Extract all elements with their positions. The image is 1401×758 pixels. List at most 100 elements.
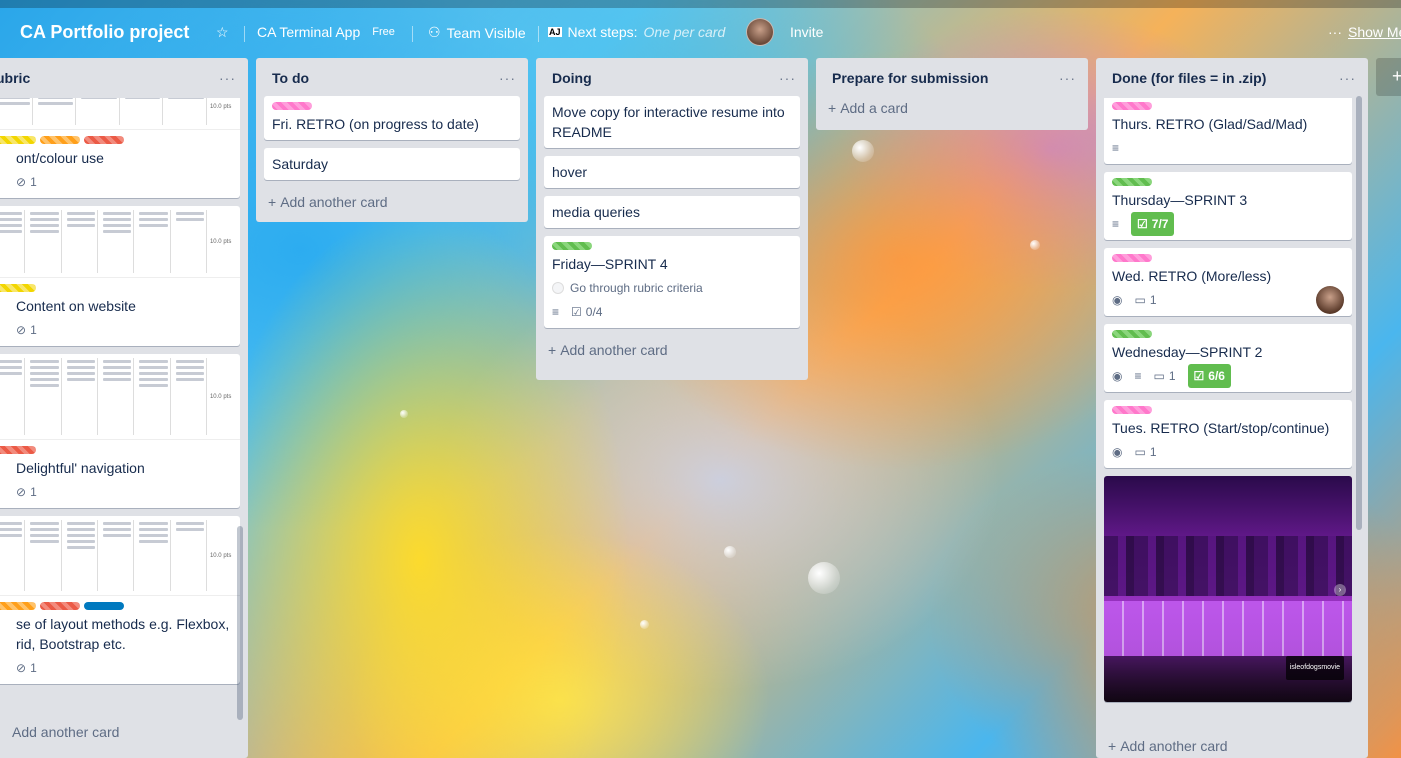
list-card[interactable]: Friday—SPRINT 4 Go through rubric criter…	[544, 236, 800, 328]
checklist-count: 7/7	[1151, 217, 1169, 231]
card-member-avatar[interactable]	[1316, 286, 1344, 314]
list-card[interactable]: hover	[544, 156, 800, 188]
list-card[interactable]: Saturday	[264, 148, 520, 180]
comment-badge: ▭ 1	[1134, 442, 1156, 462]
comment-count: 1	[1149, 293, 1157, 307]
add-card-button[interactable]: + Add a card	[824, 94, 1080, 122]
list-title[interactable]: Done (for files = in .zip)	[1112, 70, 1266, 86]
rubric-thumbnail: 10.0 pts	[0, 354, 240, 440]
team-button[interactable]: CA Terminal App Free	[257, 24, 395, 40]
list-title[interactable]: Prepare for submission	[832, 70, 988, 86]
list-card[interactable]: Tues. RETRO (Start/stop/continue) ◉ ▭ 1	[1104, 400, 1352, 468]
background-bubble	[400, 410, 408, 418]
add-list-button[interactable]: +	[1376, 58, 1401, 96]
list-card[interactable]: Thurs. RETRO (Glad/Sad/Mad) ≡	[1104, 98, 1352, 164]
checkbox-icon: ☑	[571, 305, 582, 319]
attachment-count: 1	[30, 485, 37, 499]
list-title[interactable]: Doing	[552, 70, 592, 86]
attachment-badge: ⊘ 1	[16, 172, 37, 192]
card-title: Content on website	[16, 298, 136, 314]
board-title[interactable]: CA Portfolio project	[20, 22, 189, 43]
label-row	[1112, 102, 1344, 110]
background-bubble	[640, 620, 649, 629]
eye-icon: ◉	[1112, 445, 1123, 459]
list-scrollbar[interactable]	[1356, 96, 1362, 530]
chevron-right-icon[interactable]: ›	[1334, 584, 1346, 596]
plus-icon: +	[1108, 738, 1117, 754]
card-title: ont/colour use	[16, 150, 104, 166]
card-title: Move copy for interactive resume into RE…	[552, 104, 785, 140]
checkbox-icon: ☑	[1137, 217, 1148, 231]
list-prepare: Prepare for submission ··· + Add a card	[816, 58, 1088, 130]
description-badge: ≡	[552, 302, 559, 322]
next-steps-value: One per card	[643, 24, 726, 40]
eye-icon: ◉	[1112, 293, 1123, 307]
list-menu-icon[interactable]: ···	[499, 70, 520, 86]
card-badges: ≡ ☑ 0/4	[552, 302, 792, 322]
list-cards: 10.0 pts ont/colour use ⊘ 1 10.0 pts Con…	[0, 98, 240, 718]
attachment-badge: ⊘ 1	[16, 482, 37, 502]
add-card-label: Add another card	[1120, 738, 1228, 754]
label-orange	[0, 602, 36, 610]
visibility-button[interactable]: ⚇ Team Visible	[428, 24, 526, 41]
image-card[interactable]: › isleofdogsmovie	[1104, 476, 1352, 702]
invite-label: Invite	[790, 24, 824, 40]
list-card[interactable]: Fri. RETRO (on progress to date)	[264, 96, 520, 140]
list-menu-icon[interactable]: ···	[219, 70, 240, 86]
attachment-count: 1	[30, 175, 37, 189]
plus-icon: +	[828, 100, 837, 116]
list-card[interactable]: 10.0 pts Delightful' navigation ⊘ 1	[0, 354, 240, 508]
star-button[interactable]: ☆	[216, 24, 229, 41]
list-scrollbar[interactable]	[237, 526, 243, 720]
add-card-label: Add a card	[840, 100, 908, 116]
list-title[interactable]: ubric	[0, 70, 30, 86]
list-header: Prepare for submission ···	[824, 58, 1080, 98]
paperclip-icon: ⊘	[16, 175, 27, 189]
header-divider	[412, 26, 413, 42]
add-card-button[interactable]: + Add another card	[264, 188, 520, 216]
description-icon: ≡	[1134, 369, 1142, 383]
add-card-button[interactable]: + Add another card	[1104, 732, 1360, 758]
list-card[interactable]: Thursday—SPRINT 3 ≡ ☑ 7/7	[1104, 172, 1352, 240]
label-yellow	[0, 284, 36, 292]
rubric-points: 10.0 pts	[209, 103, 232, 110]
comment-badge: ▭ 1	[1154, 366, 1176, 386]
card-badges: ⊘ 1	[0, 172, 232, 192]
list-card[interactable]: 10.0 pts ont/colour use ⊘ 1	[0, 98, 240, 198]
list-card[interactable]: media queries	[544, 196, 800, 228]
list-menu-icon[interactable]: ···	[1059, 70, 1080, 86]
board-header: CA Portfolio project ☆ CA Terminal App F…	[0, 0, 1401, 56]
card-title: Friday—SPRINT 4	[552, 256, 668, 272]
plus-icon: +	[268, 194, 277, 210]
plus-icon: +	[548, 342, 557, 358]
member-avatar[interactable]	[746, 18, 774, 46]
list-card[interactable]: 10.0 pts se of layout methods e.g. Flexb…	[0, 516, 240, 684]
card-badges: ⊘ 1	[0, 320, 232, 340]
watch-badge: ◉	[1112, 290, 1122, 310]
list-card[interactable]: Wed. RETRO (More/less) ◉ ▭ 1	[1104, 248, 1352, 316]
add-card-button[interactable]: Add another card	[0, 718, 240, 746]
next-steps-button[interactable]: AJ Next steps: One per card	[548, 24, 725, 40]
list-title[interactable]: To do	[272, 70, 309, 86]
show-menu-button[interactable]: ··· Show Me	[1328, 24, 1401, 40]
list-menu-icon[interactable]: ···	[779, 70, 800, 86]
description-icon: ≡	[1112, 217, 1120, 231]
list-header: To do ···	[264, 58, 520, 98]
list-card[interactable]: 10.0 pts Content on website ⊘ 1	[0, 206, 240, 346]
list-menu-icon[interactable]: ···	[1339, 70, 1360, 86]
header-divider	[538, 26, 539, 42]
card-title: Thurs. RETRO (Glad/Sad/Mad)	[1112, 116, 1308, 132]
label-pink	[1112, 102, 1152, 110]
label-row	[0, 136, 232, 144]
add-card-button[interactable]: + Add another card	[544, 336, 800, 364]
checklist-item[interactable]: Go through rubric criteria	[552, 278, 792, 298]
list-card[interactable]: Move copy for interactive resume into RE…	[544, 96, 800, 148]
list-card[interactable]: Wednesday—SPRINT 2 ◉ ≡ ▭ 1 ☑ 6/6	[1104, 324, 1352, 392]
rubric-thumbnail: 10.0 pts	[0, 206, 240, 278]
invite-button[interactable]: Invite	[790, 24, 823, 40]
card-title: media queries	[552, 204, 640, 220]
list-cards: Thurs. RETRO (Glad/Sad/Mad) ≡ Thursday—S…	[1104, 98, 1352, 728]
label-yellow	[0, 136, 36, 144]
add-card-label: Add another card	[560, 342, 668, 358]
star-icon: ☆	[216, 24, 229, 40]
